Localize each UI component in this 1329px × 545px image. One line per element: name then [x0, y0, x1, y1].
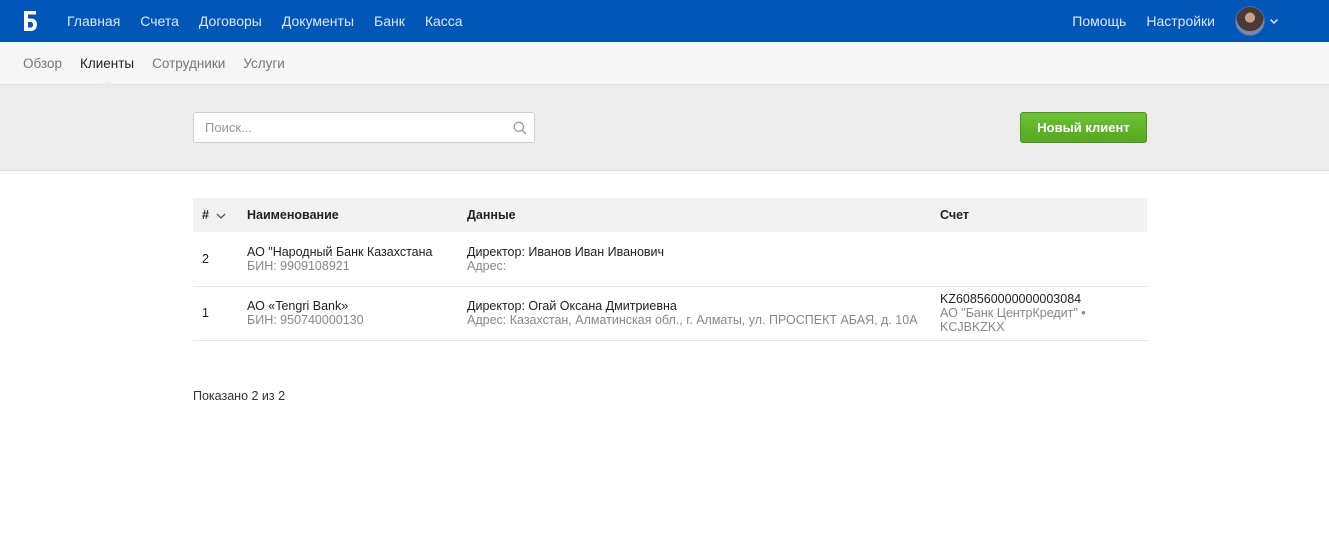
table-row[interactable]: 2 АО "Народный Банк Казахстана БИН: 9909…: [193, 232, 1147, 286]
client-name-cell: АО «Tengri Bank» БИН: 950740000130: [247, 286, 467, 340]
nav-cash[interactable]: Касса: [425, 13, 463, 29]
tab-clients[interactable]: Клиенты: [80, 56, 134, 87]
main-menu: Главная Счета Договоры Документы Банк Ка…: [67, 13, 483, 29]
top-navigation-bar: Главная Счета Договоры Документы Банк Ка…: [0, 0, 1329, 42]
nav-documents[interactable]: Документы: [282, 13, 354, 29]
chevron-down-icon[interactable]: [1269, 16, 1279, 26]
clients-table: # Наименование Данные Счет 2 АО "Народны…: [193, 198, 1147, 341]
search-icon[interactable]: [506, 121, 534, 135]
client-address: Адрес: Казахстан, Алматинская обл., г. А…: [467, 313, 918, 327]
nav-help[interactable]: Помощь: [1072, 13, 1126, 29]
client-director: Директор: Огай Оксана Дмитриевна: [467, 299, 677, 313]
client-data-cell: Директор: Иванов Иван Иванович Адрес:: [467, 232, 940, 286]
client-name-cell: АО "Народный Банк Казахстана БИН: 990910…: [247, 232, 467, 286]
column-header-name[interactable]: Наименование: [247, 198, 467, 232]
client-data-cell: Директор: Огай Оксана Дмитриевна Адрес: …: [467, 286, 940, 340]
column-header-account[interactable]: Счет: [940, 198, 1147, 232]
clients-table-container: # Наименование Данные Счет 2 АО "Народны…: [193, 198, 1147, 341]
client-bin: БИН: 9909108921: [247, 258, 350, 273]
user-menu[interactable]: [1235, 6, 1279, 36]
client-account-cell: [940, 232, 1147, 286]
nav-home[interactable]: Главная: [67, 13, 120, 29]
nav-contracts[interactable]: Договоры: [199, 13, 262, 29]
client-bank: АО "Банк ЦентрКредит" • KCJBKZKX: [940, 306, 1086, 334]
client-account: KZ608560000000003084: [940, 292, 1082, 306]
client-account-cell: KZ608560000000003084 АО "Банк ЦентрКреди…: [940, 286, 1147, 340]
tab-services[interactable]: Услуги: [243, 56, 285, 71]
results-count: Показано 2 из 2: [193, 389, 286, 403]
nav-settings[interactable]: Настройки: [1146, 13, 1215, 29]
client-director: Директор: Иванов Иван Иванович: [467, 244, 665, 259]
nav-bank[interactable]: Банк: [374, 13, 405, 29]
row-number: 2: [202, 251, 209, 266]
row-number: 1: [202, 306, 209, 320]
app-logo-icon[interactable]: [21, 9, 39, 33]
table-row[interactable]: 1 АО «Tengri Bank» БИН: 950740000130 Дир…: [193, 286, 1147, 340]
tab-overview[interactable]: Обзор: [23, 56, 62, 71]
column-header-number[interactable]: #: [193, 198, 247, 232]
client-name[interactable]: АО «Tengri Bank»: [247, 299, 467, 313]
search-input[interactable]: [194, 113, 506, 142]
sort-chevron-down-icon[interactable]: [216, 212, 226, 220]
avatar[interactable]: [1235, 6, 1265, 36]
column-header-data[interactable]: Данные: [467, 198, 940, 232]
sub-navigation: Обзор Клиенты Сотрудники Услуги: [0, 42, 1329, 87]
toolbar: Новый клиент: [0, 85, 1329, 171]
tab-employees[interactable]: Сотрудники: [152, 56, 225, 71]
new-client-button[interactable]: Новый клиент: [1020, 112, 1147, 143]
client-bin: БИН: 950740000130: [247, 313, 364, 327]
top-right-menu: Помощь Настройки: [1052, 0, 1279, 42]
client-name[interactable]: АО "Народный Банк Казахстана: [247, 245, 467, 259]
client-address: Адрес:: [467, 258, 507, 273]
nav-accounts[interactable]: Счета: [140, 13, 179, 29]
search-box: [193, 112, 535, 143]
table-header-row: # Наименование Данные Счет: [193, 198, 1147, 232]
